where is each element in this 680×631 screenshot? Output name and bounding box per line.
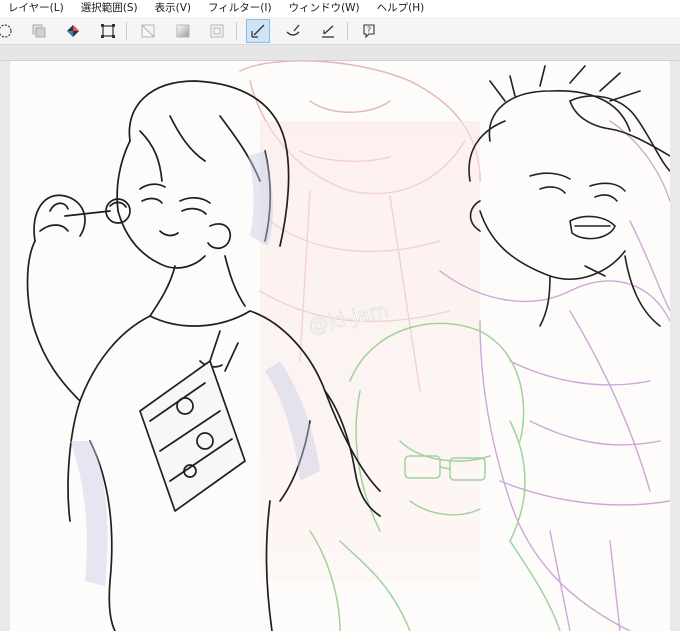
- canvas-viewport[interactable]: @ki-jam: [0, 61, 680, 631]
- transform-crop-icon[interactable]: [96, 19, 120, 43]
- border-select-icon[interactable]: [205, 19, 229, 43]
- menu-help[interactable]: ヘルプ(H): [377, 0, 425, 17]
- vector-pen-icon[interactable]: [246, 19, 270, 43]
- toolbar-separator: [126, 22, 127, 40]
- menu-bar: レイヤー(L) 選択範囲(S) 表示(V) フィルター(I) ウィンドウ(W) …: [0, 0, 680, 17]
- svg-text:?: ?: [367, 26, 371, 35]
- gradient-fill-icon[interactable]: [171, 19, 195, 43]
- canvas-tab-strip: [0, 45, 680, 61]
- menu-filter[interactable]: フィルター(I): [208, 0, 272, 17]
- ruler-line-icon[interactable]: [316, 19, 340, 43]
- fill-bucket-icon[interactable]: [61, 19, 85, 43]
- drawing-canvas[interactable]: @ki-jam: [10, 61, 670, 631]
- toolbar-separator: [347, 22, 348, 40]
- clear-outside-icon[interactable]: [136, 19, 160, 43]
- command-bar: ?: [0, 17, 680, 45]
- toolbar-separator: [236, 22, 237, 40]
- menu-view[interactable]: 表示(V): [155, 0, 191, 17]
- artwork: @ki-jam: [26, 61, 670, 631]
- lasso-select-icon[interactable]: [0, 19, 17, 43]
- help-icon[interactable]: ?: [357, 19, 381, 43]
- correct-line-icon[interactable]: [281, 19, 305, 43]
- menu-window[interactable]: ウィンドウ(W): [289, 0, 360, 17]
- menu-selection[interactable]: 選択範囲(S): [81, 0, 138, 17]
- menu-layer[interactable]: レイヤー(L): [8, 0, 64, 17]
- character-right: [468, 65, 670, 327]
- copy-layer-icon[interactable]: [27, 19, 51, 43]
